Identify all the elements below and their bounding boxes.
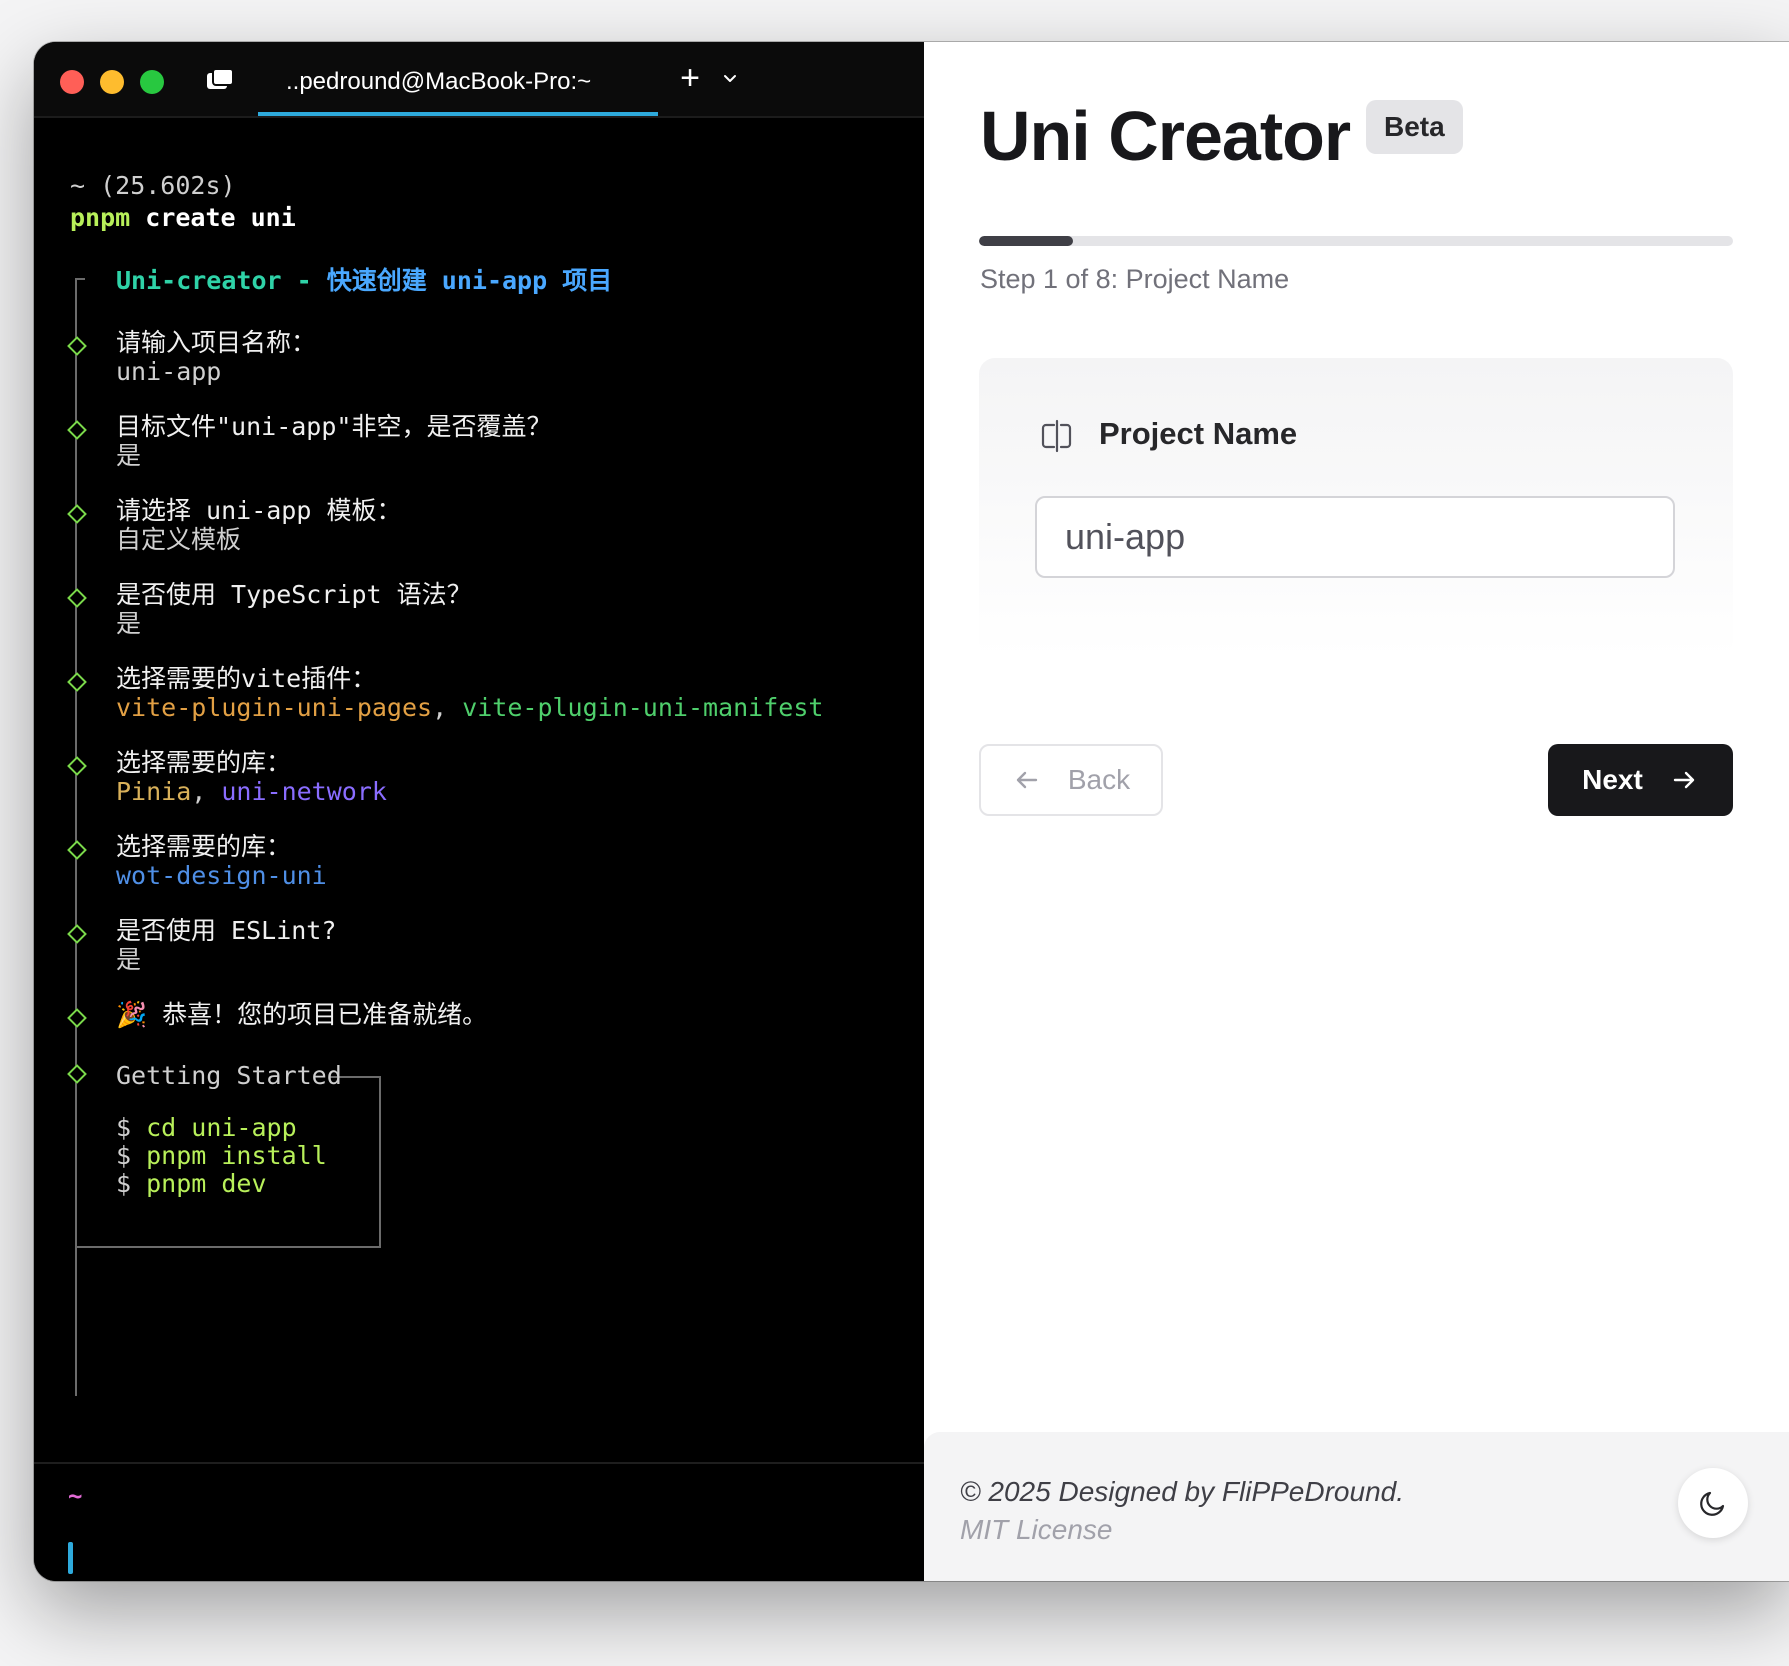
step-answer: wot-design-uni <box>116 861 327 890</box>
step-answer: 是 <box>116 945 142 974</box>
step-answer: vite-plugin-uni-pages, vite-plugin-uni-m… <box>116 693 823 723</box>
tab-active-session[interactable]: ..pedround@MacBook-Pro:~ <box>258 42 658 116</box>
step-marker-icon <box>67 504 87 524</box>
tree-top-cap <box>75 278 85 280</box>
step-answer: 是 <box>116 441 142 470</box>
moon-icon <box>1700 1491 1725 1516</box>
step-answer: 是 <box>116 609 142 638</box>
step-question: 是否使用 TypeScript 语法？ <box>116 580 472 609</box>
getting-started-title: Getting Started <box>116 1061 342 1090</box>
back-button-label: Back <box>1067 764 1131 795</box>
plugin-uni-pages: vite-plugin-uni-pages <box>116 693 433 722</box>
minimize-window-button[interactable] <box>100 70 124 94</box>
sidebar-toggle-icon[interactable] <box>206 68 234 90</box>
step-indicator: Step 1 of 8: Project Name <box>980 264 1290 294</box>
back-button[interactable]: Back <box>979 744 1163 816</box>
cli-dash: - <box>281 266 327 295</box>
arrow-left-icon <box>1016 771 1038 789</box>
command-text: cd uni-app <box>146 1113 297 1142</box>
next-button-label: Next <box>1582 764 1643 795</box>
step-answer: 自定义模板 <box>116 525 242 554</box>
zoom-window-button[interactable] <box>140 70 164 94</box>
step-marker-icon <box>67 1008 87 1028</box>
step-marker-icon <box>67 924 87 944</box>
beta-badge: Beta <box>1366 100 1463 154</box>
command-text: pnpm dev <box>146 1169 267 1198</box>
terminal-window: ..pedround@MacBook-Pro:~ + ~ (25.602s) p… <box>34 42 924 1581</box>
terminal-titlebar: ..pedround@MacBook-Pro:~ + <box>34 42 924 118</box>
terminal-input-area[interactable]: ~ <box>34 1462 924 1581</box>
cli-subtitle-end: 项目 <box>547 266 613 295</box>
command-timing: ~ (25.602s) <box>70 171 236 200</box>
step-question: 目标文件"uni-app"非空，是否覆盖？ <box>116 412 552 441</box>
getting-started-command: $ cd uni-app <box>116 1114 297 1142</box>
lib-pinia: Pinia <box>116 777 192 806</box>
step-question: 请输入项目名称： <box>116 328 317 357</box>
prompt-directory: ~ <box>68 1482 83 1510</box>
uni-creator-app: Uni Creator Beta Step 1 of 8: Project Na… <box>924 42 1789 1581</box>
tab-title: ..pedround@MacBook-Pro:~ <box>286 68 592 95</box>
answer-separator: , <box>191 777 222 806</box>
desktop-window: ..pedround@MacBook-Pro:~ + ~ (25.602s) p… <box>34 42 1789 1581</box>
step-marker-icon <box>67 588 87 608</box>
next-button[interactable]: Next <box>1548 744 1733 816</box>
step-marker-icon <box>67 756 87 776</box>
plugin-uni-manifest: vite-plugin-uni-manifest <box>462 693 824 722</box>
step-marker-icon <box>67 840 87 860</box>
shell-prompt: $ <box>116 1113 132 1142</box>
theme-toggle-button[interactable] <box>1678 1468 1748 1538</box>
chevron-down-icon[interactable] <box>718 66 742 90</box>
getting-started-command: $ pnpm dev <box>116 1170 267 1198</box>
footer-copyright: © 2025 Designed by FliPPeDround. <box>960 1476 1404 1507</box>
cli-app-name: uni-app <box>441 266 548 295</box>
text-cursor <box>68 1542 73 1574</box>
cli-header: Uni-creator - 快速创建 uni-app 项目 <box>116 264 612 298</box>
answer-separator: , <box>432 693 463 722</box>
page-title: Uni Creator <box>980 97 1351 175</box>
step-question: 选择需要的vite插件： <box>116 664 377 693</box>
step-question: 选择需要的库： <box>116 748 292 777</box>
step-marker-icon <box>67 336 87 356</box>
command-text: pnpm install <box>146 1141 327 1170</box>
footer-license-link[interactable]: MIT License <box>960 1514 1113 1546</box>
app-footer: © 2025 Designed by FliPPeDround. MIT Lic… <box>924 1432 1789 1581</box>
step-question: 选择需要的库： <box>116 832 292 861</box>
cli-subtitle: 快速创建 <box>326 266 442 295</box>
lib-uni-network: uni-network <box>221 777 387 806</box>
shell-prompt: $ <box>116 1169 132 1198</box>
close-window-button[interactable] <box>60 70 84 94</box>
step-answer: uni-app <box>116 357 222 386</box>
plus-icon[interactable]: + <box>674 61 706 95</box>
command-line: pnpm create uni <box>70 202 296 234</box>
arrow-right-icon <box>1673 771 1695 789</box>
wizard-progress-fill <box>979 236 1074 246</box>
project-name-label: Project Name <box>1099 416 1298 451</box>
step-marker-icon <box>67 420 87 440</box>
text-cursor-input-icon <box>1041 419 1072 453</box>
project-name-card: Project Name <box>979 358 1733 658</box>
cli-name: Uni-creator <box>116 266 282 295</box>
wizard-progress-bar <box>979 236 1733 246</box>
step-question: 请选择 uni-app 模板： <box>116 496 402 525</box>
shell-prompt: $ <box>116 1141 132 1170</box>
project-name-input[interactable] <box>1035 496 1675 578</box>
step-marker-icon <box>67 672 87 692</box>
step-answer: Pinia, uni-network <box>116 777 387 807</box>
step-question: 是否使用 ESLint? <box>116 916 337 945</box>
command-args: create uni <box>130 203 296 232</box>
command-tool: pnpm <box>70 203 131 232</box>
getting-started-command: $ pnpm install <box>116 1142 327 1170</box>
terminal-output: ~ (25.602s) pnpm create uni Uni-creator … <box>34 116 924 1462</box>
success-message: 🎉 恭喜！您的项目已准备就绪。 <box>116 1000 488 1029</box>
